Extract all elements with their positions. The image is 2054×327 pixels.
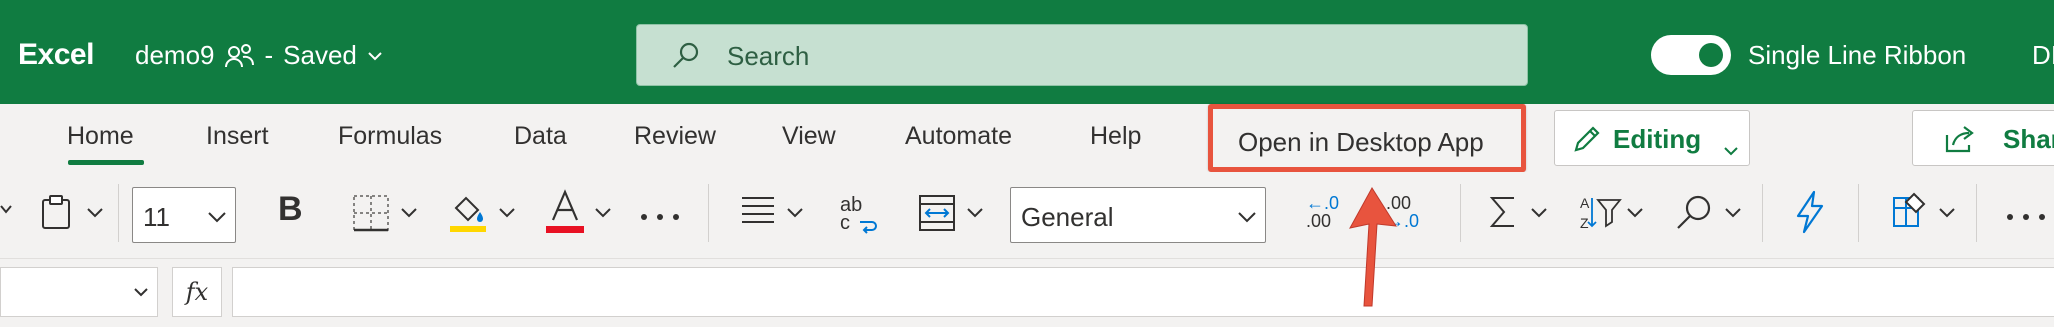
increase-decimal-button[interactable]: ←.0 .00: [1306, 194, 1339, 230]
svg-text:Z: Z: [1580, 215, 1589, 231]
autosum-icon[interactable]: [1488, 194, 1518, 235]
title-bar: Excel demo9 - Saved Search Single Line R…: [0, 0, 2054, 104]
separator: [1762, 184, 1763, 242]
decrease-decimal-button[interactable]: .00 →.0: [1386, 194, 1419, 230]
single-line-ribbon-label: Single Line Ribbon: [1748, 40, 1967, 70]
chevron-down-icon: [1723, 133, 1739, 164]
shared-users-icon[interactable]: [224, 43, 255, 69]
separator: [1976, 184, 1977, 242]
search-box[interactable]: Search: [636, 24, 1528, 86]
ideas-lightning-icon[interactable]: [1792, 190, 1826, 239]
document-name[interactable]: demo9: [135, 40, 215, 71]
tab-view[interactable]: View: [782, 122, 836, 151]
tab-home[interactable]: Home: [67, 122, 134, 151]
chevron-down-icon[interactable]: [966, 206, 984, 224]
separator: [118, 184, 119, 242]
save-status[interactable]: Saved: [283, 40, 357, 71]
share-label: Share: [2003, 124, 2054, 154]
separator: [708, 184, 709, 242]
open-in-desktop-app-button[interactable]: Open in Desktop App: [1208, 104, 1526, 172]
wrap-arrow-icon: [858, 218, 878, 239]
app-name[interactable]: Excel: [18, 38, 94, 72]
align-icon[interactable]: [740, 194, 776, 233]
format-as-table-icon[interactable]: [1890, 190, 1930, 237]
chevron-down-icon[interactable]: [1938, 206, 1956, 224]
chevron-down-icon[interactable]: [400, 206, 418, 224]
chevron-down-icon: [1237, 210, 1257, 228]
chevron-down-icon[interactable]: [1626, 206, 1644, 224]
formula-input[interactable]: [232, 267, 2054, 317]
tab-review[interactable]: Review: [634, 122, 716, 151]
open-in-desktop-app-label: Open in Desktop App: [1238, 127, 1484, 157]
tab-formulas[interactable]: Formulas: [338, 122, 442, 151]
user-avatar[interactable]: DI: [2032, 40, 2054, 71]
sort-filter-icon[interactable]: AZ: [1578, 192, 1622, 237]
find-select-icon[interactable]: [1674, 192, 1714, 237]
search-input[interactable]: Search: [727, 41, 809, 72]
number-format-select[interactable]: General: [1010, 187, 1266, 243]
svg-text:A: A: [1580, 195, 1590, 211]
tab-help[interactable]: Help: [1090, 122, 1141, 151]
chevron-down-icon[interactable]: [1724, 206, 1742, 224]
chevron-down-icon[interactable]: [367, 50, 383, 62]
bold-button[interactable]: B: [278, 190, 303, 229]
tab-automate[interactable]: Automate: [905, 122, 1012, 151]
separator: [1858, 184, 1859, 242]
separator: [1460, 184, 1461, 242]
number-format-value: General: [1021, 202, 1114, 232]
formula-bar: fx: [0, 258, 2054, 327]
chevron-down-icon[interactable]: [86, 206, 104, 224]
share-button[interactable]: Share: [1912, 110, 2054, 166]
share-icon: [1943, 123, 1977, 162]
decrease-decimal-top: .00: [1386, 193, 1412, 213]
editing-mode-button[interactable]: Editing: [1554, 110, 1750, 166]
title-separator: -: [264, 40, 274, 70]
paste-clipboard-icon[interactable]: [40, 194, 74, 235]
editing-label: Editing: [1613, 124, 1702, 154]
ribbon-toolbar: 11 B ab c General ←.0 .00 .00 →.0 A Z: [0, 172, 2054, 256]
tab-data[interactable]: Data: [514, 122, 567, 151]
more-options-icon[interactable]: [2006, 208, 2046, 226]
wrap-text-bottom: c: [840, 212, 850, 234]
decrease-decimal-bottom: →.0: [1386, 211, 1420, 231]
active-tab-indicator: [68, 160, 144, 165]
more-options-icon[interactable]: [640, 208, 680, 226]
chevron-down-icon[interactable]: [594, 206, 612, 224]
merge-cells-icon[interactable]: [918, 194, 956, 237]
fill-color-icon[interactable]: [446, 190, 490, 239]
chevron-down-icon[interactable]: [1530, 206, 1548, 224]
chevron-down-icon[interactable]: [498, 206, 516, 224]
font-size-select[interactable]: 11: [132, 187, 236, 243]
chevron-down-icon[interactable]: [0, 202, 12, 221]
tab-insert[interactable]: Insert: [206, 122, 269, 151]
toggle-knob: [1699, 43, 1723, 67]
increase-decimal-top: ←.0: [1306, 193, 1340, 213]
document-info[interactable]: demo9 - Saved: [135, 40, 383, 71]
single-line-ribbon-toggle[interactable]: [1651, 35, 1731, 75]
font-size-value: 11: [143, 202, 170, 232]
borders-icon[interactable]: [352, 194, 390, 237]
search-icon: [671, 41, 701, 76]
insert-function-button[interactable]: fx: [172, 267, 222, 317]
pencil-icon: [1571, 123, 1603, 162]
chevron-down-icon[interactable]: [786, 206, 804, 224]
font-color-icon[interactable]: [544, 188, 586, 239]
name-box[interactable]: [0, 267, 158, 317]
chevron-down-icon: [207, 210, 227, 228]
chevron-down-icon[interactable]: [133, 286, 149, 304]
increase-decimal-bottom: .00: [1306, 211, 1332, 231]
